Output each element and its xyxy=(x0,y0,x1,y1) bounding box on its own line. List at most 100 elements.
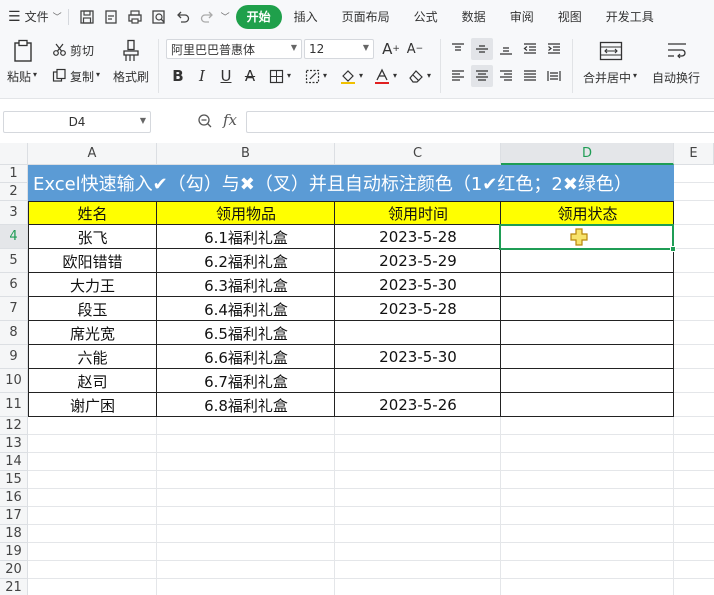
font-name-select[interactable]: 阿里巴巴普惠体 ▼ xyxy=(166,39,302,59)
table-cell[interactable]: 段玉 xyxy=(28,297,157,321)
table-cell[interactable]: 6.1福利礼盒 xyxy=(157,225,335,249)
underline-icon[interactable]: U xyxy=(215,65,237,87)
row-header[interactable]: 2 xyxy=(0,183,28,201)
row-header[interactable]: 12 xyxy=(0,417,28,435)
bold-icon[interactable]: B xyxy=(167,65,189,87)
fill-color-icon[interactable] xyxy=(337,65,359,87)
redo-icon[interactable] xyxy=(195,5,219,29)
tab-0[interactable]: 开始 xyxy=(235,4,282,29)
font-color-icon[interactable] xyxy=(371,65,393,87)
table-cell[interactable]: 2023-5-30 xyxy=(335,273,501,297)
row-header[interactable]: 21 xyxy=(0,579,28,595)
column-header-e[interactable]: E xyxy=(674,143,714,165)
format-painter-button[interactable]: 格式刷 xyxy=(113,68,149,85)
row-header[interactable]: 9 xyxy=(0,345,28,369)
table-cell[interactable]: 谢广困 xyxy=(28,393,157,417)
table-cell[interactable]: 欧阳错错 xyxy=(28,249,157,273)
print-icon[interactable] xyxy=(123,5,147,29)
table-header-cell[interactable]: 领用物品 xyxy=(157,201,335,225)
column-header-b[interactable]: B xyxy=(157,143,335,165)
table-cell[interactable]: 赵司 xyxy=(28,369,157,393)
row-header[interactable]: 10 xyxy=(0,369,28,393)
paste-button[interactable] xyxy=(8,37,38,65)
align-bottom-icon[interactable] xyxy=(495,38,517,60)
format-painter-icon[interactable] xyxy=(118,37,144,65)
chevron-down-icon[interactable]: ▾ xyxy=(633,71,637,80)
quick-access-dropdown-icon[interactable]: ﹀ xyxy=(221,10,230,23)
tab-1[interactable]: 插入 xyxy=(282,5,330,29)
table-cell[interactable] xyxy=(501,369,674,393)
table-cell[interactable]: 2023-5-28 xyxy=(335,297,501,321)
table-cell[interactable] xyxy=(501,321,674,345)
row-header[interactable]: 4 xyxy=(0,225,28,249)
italic-icon[interactable]: I xyxy=(191,65,213,87)
merge-center-button[interactable]: 合并居中 xyxy=(583,69,631,86)
tab-3[interactable]: 公式 xyxy=(402,5,450,29)
row-header[interactable]: 8 xyxy=(0,321,28,345)
file-menu[interactable]: ☰ 文件 ﹀ xyxy=(8,8,62,25)
fill-handle[interactable] xyxy=(670,246,676,252)
table-header-cell[interactable]: 领用状态 xyxy=(501,201,674,225)
row-header[interactable]: 17 xyxy=(0,507,28,525)
table-cell[interactable] xyxy=(501,273,674,297)
align-center-icon[interactable] xyxy=(471,65,493,87)
tab-6[interactable]: 视图 xyxy=(546,5,594,29)
fx-icon[interactable]: fx xyxy=(223,111,237,129)
increase-indent-icon[interactable] xyxy=(543,38,565,60)
align-top-icon[interactable] xyxy=(447,38,469,60)
wrap-text-button[interactable]: 自动换行 xyxy=(652,69,700,86)
row-header[interactable]: 18 xyxy=(0,525,28,543)
table-header-cell[interactable]: 领用时间 xyxy=(335,201,501,225)
decrease-indent-icon[interactable] xyxy=(519,38,541,60)
row-header[interactable]: 3 xyxy=(0,201,28,225)
row-header[interactable]: 7 xyxy=(0,297,28,321)
table-cell[interactable]: 6.6福利礼盒 xyxy=(157,345,335,369)
export-pdf-icon[interactable] xyxy=(99,5,123,29)
copy-icon[interactable] xyxy=(50,66,68,84)
table-cell[interactable]: 6.7福利礼盒 xyxy=(157,369,335,393)
table-cell[interactable] xyxy=(501,297,674,321)
borders-icon[interactable] xyxy=(265,65,287,87)
table-header-cell[interactable]: 姓名 xyxy=(28,201,157,225)
table-cell[interactable]: 6.3福利礼盒 xyxy=(157,273,335,297)
tab-7[interactable]: 开发工具 xyxy=(594,5,666,29)
row-header[interactable]: 6 xyxy=(0,273,28,297)
decrease-font-icon[interactable]: A − xyxy=(404,38,426,60)
table-cell[interactable]: 席光宽 xyxy=(28,321,157,345)
strikethrough-icon[interactable]: A xyxy=(239,65,261,87)
formula-input[interactable] xyxy=(246,111,714,133)
merge-center-icon[interactable] xyxy=(596,38,626,64)
row-header[interactable]: 19 xyxy=(0,543,28,561)
spreadsheet-grid[interactable]: A B C D E 1 2 3 4 5 6 7 8 9 10 11 12 13 14 15 16 17 18 19 20 21 Ex… xyxy=(0,143,714,595)
table-cell[interactable] xyxy=(501,393,674,417)
table-cell[interactable]: 2023-5-29 xyxy=(335,249,501,273)
table-cell[interactable] xyxy=(335,369,501,393)
save-icon[interactable] xyxy=(75,5,99,29)
column-header-c[interactable]: C xyxy=(335,143,501,165)
tab-2[interactable]: 页面布局 xyxy=(330,5,402,29)
select-all-corner[interactable] xyxy=(0,143,28,165)
undo-icon[interactable] xyxy=(171,5,195,29)
table-cell[interactable]: 2023-5-26 xyxy=(335,393,501,417)
wrap-text-icon[interactable] xyxy=(664,38,690,64)
table-cell[interactable] xyxy=(335,321,501,345)
table-cell[interactable]: 6.4福利礼盒 xyxy=(157,297,335,321)
cell-style-icon[interactable] xyxy=(301,65,323,87)
row-header[interactable]: 15 xyxy=(0,471,28,489)
table-cell[interactable]: 6.8福利礼盒 xyxy=(157,393,335,417)
row-header[interactable]: 13 xyxy=(0,435,28,453)
row-header[interactable]: 11 xyxy=(0,393,28,417)
table-cell[interactable]: 张飞 xyxy=(28,225,157,249)
table-cell[interactable]: 6.5福利礼盒 xyxy=(157,321,335,345)
cut-button[interactable]: 剪切 xyxy=(70,42,94,59)
chevron-down-icon[interactable]: ▾ xyxy=(33,70,37,79)
chevron-down-icon[interactable]: ▾ xyxy=(96,70,100,79)
chevron-down-icon[interactable]: ▾ xyxy=(427,71,431,80)
copy-button[interactable]: 复制 xyxy=(70,68,94,85)
row-header[interactable]: 1 xyxy=(0,165,28,183)
tab-4[interactable]: 数据 xyxy=(450,5,498,29)
print-preview-icon[interactable] xyxy=(147,5,171,29)
chevron-down-icon[interactable]: ▾ xyxy=(393,71,397,80)
table-cell[interactable]: 2023-5-28 xyxy=(335,225,501,249)
align-left-icon[interactable] xyxy=(447,65,469,87)
